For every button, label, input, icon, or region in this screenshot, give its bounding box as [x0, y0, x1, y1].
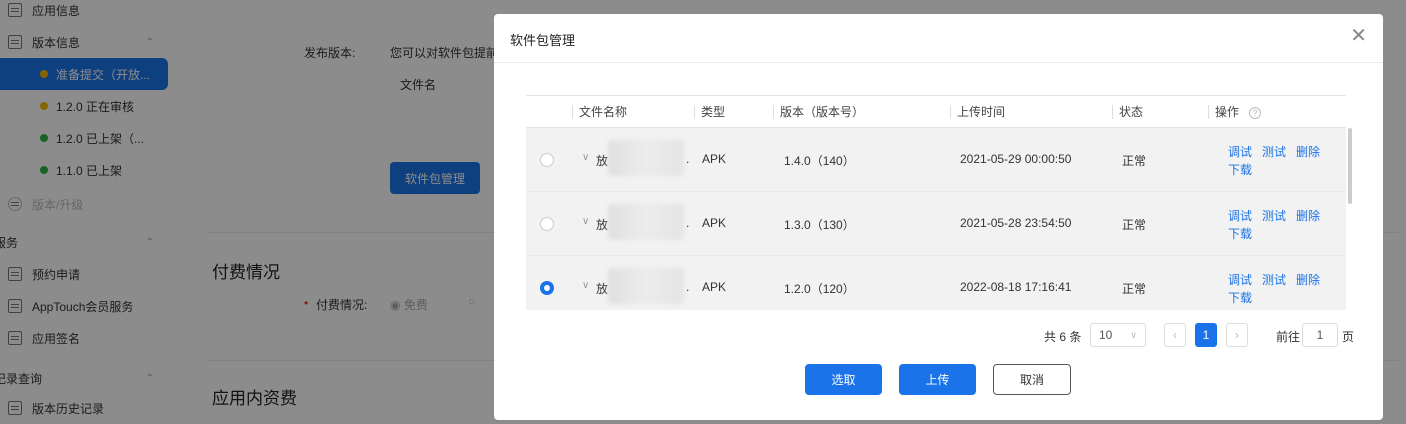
- redacted-filename: [608, 140, 684, 176]
- column-header-type: 类型: [694, 105, 725, 119]
- row-select-radio-selected[interactable]: [540, 281, 554, 295]
- pager-total: 共 6 条: [1044, 330, 1082, 344]
- column-header-status: 状态: [1112, 105, 1143, 119]
- upload-time: 2021-05-29 00:00:50: [960, 152, 1072, 166]
- close-icon[interactable]: ✕: [1350, 26, 1367, 46]
- row-select-radio[interactable]: [540, 153, 554, 167]
- test-link[interactable]: 测试: [1262, 273, 1286, 287]
- file-type: APK: [702, 280, 727, 294]
- test-link[interactable]: 测试: [1262, 209, 1286, 223]
- download-link[interactable]: 下载: [1228, 227, 1252, 241]
- column-header-name: 文件名称: [572, 105, 627, 119]
- page-size-value: 10: [1099, 328, 1113, 342]
- column-header-actions-label: 操作: [1215, 105, 1240, 119]
- column-header-actions: 操作?: [1208, 105, 1262, 119]
- row-select-radio[interactable]: [540, 217, 554, 231]
- package-manage-dialog: 软件包管理 ✕ 文件名称 类型 版本（版本号） 上传时间 状态 操作? ∨ 放 …: [494, 14, 1383, 420]
- table-scrollbar[interactable]: [1348, 128, 1352, 204]
- file-name-suffix: .: [686, 216, 690, 230]
- upload-button[interactable]: 上传: [899, 364, 976, 395]
- file-version: 1.3.0（130）: [784, 218, 855, 232]
- delete-link[interactable]: 删除: [1296, 209, 1320, 223]
- file-type: APK: [702, 216, 727, 230]
- file-name-suffix: .: [686, 280, 690, 294]
- goto-page-input[interactable]: 1: [1302, 323, 1338, 347]
- page-size-select[interactable]: 10 ∨: [1090, 323, 1146, 347]
- file-type: APK: [702, 152, 727, 166]
- debug-link[interactable]: 调试: [1228, 273, 1252, 287]
- file-version: 1.4.0（140）: [784, 154, 855, 168]
- row-actions: 调试 测试 删除 下载: [1228, 143, 1338, 179]
- page-number-current[interactable]: 1: [1195, 323, 1217, 347]
- table-row[interactable]: ∨ 放 . APK 1.4.0（140） 2021-05-29 00:00:50…: [526, 128, 1346, 192]
- help-icon[interactable]: ?: [1249, 107, 1262, 119]
- select-button[interactable]: 选取: [805, 364, 882, 395]
- redacted-filename: [608, 204, 684, 240]
- row-actions: 调试 测试 删除 下载: [1228, 207, 1338, 243]
- column-header-time: 上传时间: [950, 105, 1005, 119]
- table-row[interactable]: ∨ 放 . APK 1.2.0（120） 2022-08-18 17:16:41…: [526, 256, 1346, 310]
- file-name: 放: [596, 154, 609, 168]
- debug-link[interactable]: 调试: [1228, 209, 1252, 223]
- dialog-title: 软件包管理: [510, 33, 576, 48]
- file-name: 放: [596, 282, 609, 296]
- redacted-filename: [608, 268, 684, 304]
- chevron-down-icon[interactable]: ∨: [582, 280, 589, 291]
- divider: [494, 62, 1383, 63]
- upload-time: 2022-08-18 17:16:41: [960, 280, 1072, 294]
- chevron-right-icon: ›: [1235, 328, 1239, 342]
- table-row[interactable]: ∨ 放 . APK 1.3.0（130） 2021-05-28 23:54:50…: [526, 192, 1346, 256]
- status: 正常: [1122, 154, 1147, 168]
- goto-label: 前往: [1276, 330, 1301, 344]
- package-table: 文件名称 类型 版本（版本号） 上传时间 状态 操作? ∨ 放 . APK 1.…: [526, 95, 1346, 310]
- chevron-down-icon[interactable]: ∨: [582, 152, 589, 163]
- row-actions: 调试 测试 删除 下载: [1228, 271, 1338, 307]
- cancel-button[interactable]: 取消: [993, 364, 1071, 395]
- debug-link[interactable]: 调试: [1228, 145, 1252, 159]
- status: 正常: [1122, 282, 1147, 296]
- delete-link[interactable]: 删除: [1296, 273, 1320, 287]
- upload-time: 2021-05-28 23:54:50: [960, 216, 1072, 230]
- prev-page-button[interactable]: ‹: [1164, 323, 1186, 347]
- chevron-down-icon[interactable]: ∨: [582, 216, 589, 227]
- status: 正常: [1122, 218, 1147, 232]
- download-link[interactable]: 下载: [1228, 163, 1252, 177]
- chevron-left-icon: ‹: [1173, 328, 1177, 342]
- file-name: 放: [596, 218, 609, 232]
- file-name-suffix: .: [686, 152, 690, 166]
- column-header-version: 版本（版本号）: [773, 105, 864, 119]
- test-link[interactable]: 测试: [1262, 145, 1286, 159]
- file-version: 1.2.0（120）: [784, 282, 855, 296]
- chevron-down-icon: ∨: [1130, 329, 1137, 340]
- page-unit-label: 页: [1342, 330, 1355, 344]
- table-header: 文件名称 类型 版本（版本号） 上传时间 状态 操作?: [526, 95, 1346, 128]
- next-page-button[interactable]: ›: [1226, 323, 1248, 347]
- delete-link[interactable]: 删除: [1296, 145, 1320, 159]
- download-link[interactable]: 下载: [1228, 291, 1252, 305]
